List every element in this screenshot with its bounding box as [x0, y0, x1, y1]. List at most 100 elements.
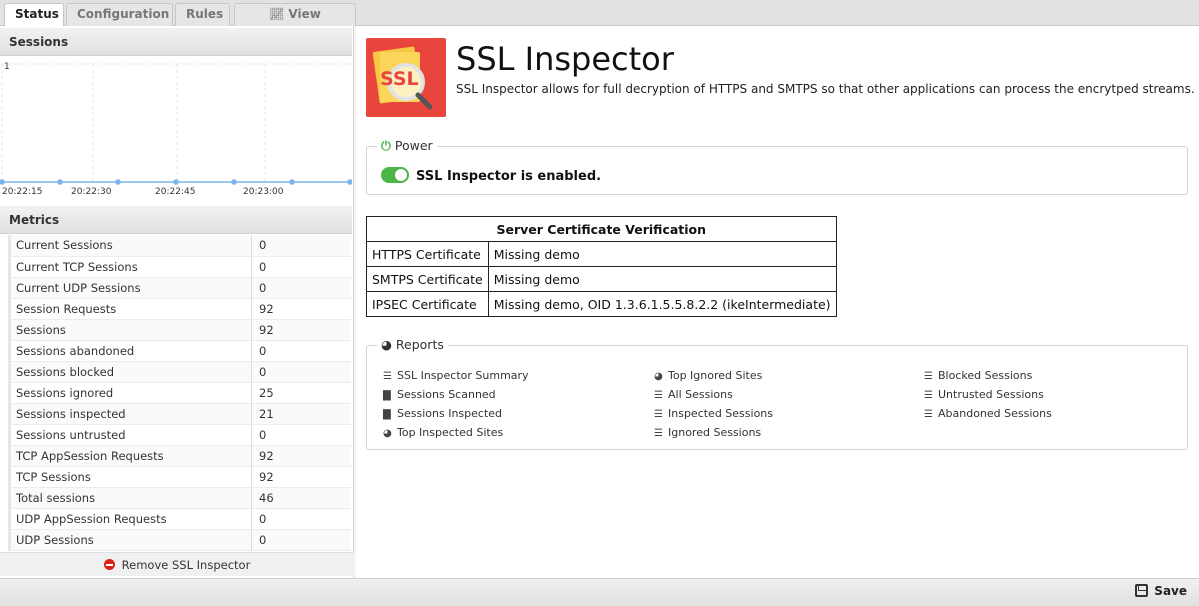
cert-value: Missing demo	[487, 266, 837, 292]
report-link[interactable]: ▇ Sessions Scanned	[383, 385, 529, 404]
certificate-table: Server Certificate Verification HTTPS Ce…	[366, 216, 837, 317]
metric-value: 0	[251, 235, 351, 257]
cert-key: HTTPS Certificate	[366, 241, 489, 267]
list-icon: ☰	[924, 409, 933, 420]
metric-name: Current Sessions	[8, 235, 252, 257]
bottom-toolbar: Save	[0, 578, 1199, 606]
data-point	[0, 179, 5, 185]
report-link[interactable]: ☰ Abandoned Sessions	[924, 404, 1052, 423]
metric-value: 25	[251, 382, 351, 404]
cert-key: SMTPS Certificate	[366, 266, 489, 292]
data-point	[289, 179, 295, 185]
metric-value: 0	[251, 256, 351, 278]
power-section: ⏻ Power SSL Inspector is enabled.	[366, 138, 1188, 195]
metric-name: Sessions blocked	[8, 361, 252, 383]
table-row: Sessions blocked 0	[8, 361, 351, 383]
tab-bar: Status Configuration Rules 📈︎View Report…	[0, 0, 1199, 42]
bar-chart-icon: ▇	[383, 390, 391, 401]
metric-value: 0	[251, 424, 351, 446]
table-row: Current Sessions 0	[8, 235, 351, 257]
cert-key: IPSEC Certificate	[366, 291, 489, 317]
report-link[interactable]: ◕ Top Ignored Sites	[654, 366, 773, 385]
metric-name: Sessions	[8, 319, 252, 341]
metric-value: 92	[251, 466, 351, 488]
save-button[interactable]: Save	[1135, 584, 1187, 598]
table-row: Sessions 92	[8, 319, 351, 341]
list-icon: ☰	[924, 390, 933, 401]
report-link[interactable]: ▇ Sessions Inspected	[383, 404, 529, 423]
tab-configuration[interactable]: Configuration	[66, 3, 173, 26]
sessions-chart-svg: 1 20:22:15 20:22:30 20:22:45 20:23:00	[0, 62, 353, 197]
metric-name: TCP AppSession Requests	[8, 445, 252, 467]
table-row: Sessions inspected 21	[8, 403, 351, 425]
page-title: SSL Inspector	[456, 40, 674, 78]
tab-status[interactable]: Status	[4, 3, 64, 27]
tab-rules[interactable]: Rules	[175, 3, 230, 26]
certificate-table-title: Server Certificate Verification	[366, 216, 837, 242]
report-link[interactable]: ☰ Ignored Sessions	[654, 423, 773, 442]
table-row: Current UDP Sessions 0	[8, 277, 351, 299]
data-point	[347, 179, 353, 185]
line-chart-icon: 📈︎	[269, 7, 285, 21]
metrics-table: Current Sessions 0 Current TCP Sessions 0 Cu…	[8, 235, 351, 551]
list-icon: ☰	[924, 371, 933, 382]
sessions-panel-title: Sessions	[0, 28, 352, 56]
cert-value: Missing demo, OID 1.3.6.1.5.5.8.2.2 (ike…	[487, 291, 837, 317]
metric-value: 92	[251, 445, 351, 467]
table-row: HTTPS Certificate Missing demo	[366, 241, 837, 267]
metric-value: 0	[251, 529, 351, 551]
metric-name: Sessions untrusted	[8, 424, 252, 446]
metric-name: Current TCP Sessions	[8, 256, 252, 278]
report-link[interactable]: ☰ All Sessions	[654, 385, 773, 404]
report-link[interactable]: ◕ Top Inspected Sites	[383, 423, 529, 442]
table-row: SMTPS Certificate Missing demo	[366, 266, 837, 292]
svg-text:SSL: SSL	[380, 68, 419, 90]
left-panel: Sessions 1 20:22:15 20:22:30 20:22:45 20:23:…	[0, 26, 354, 578]
list-icon: ☰	[654, 428, 663, 439]
sessions-chart: 1 20:22:15 20:22:30 20:22:45 20:23:00	[0, 56, 353, 204]
reports-column-2: ◕ Top Ignored Sites ☰ All Sessions ☰ Inspecte…	[654, 366, 773, 442]
tab-view-reports[interactable]: 📈︎View Reports	[234, 3, 356, 42]
metric-name: Sessions inspected	[8, 403, 252, 425]
report-link[interactable]: ☰ Blocked Sessions	[924, 366, 1052, 385]
table-row: Sessions untrusted 0	[8, 424, 351, 446]
metric-name: UDP AppSession Requests	[8, 508, 252, 530]
data-point	[173, 179, 179, 185]
table-row: Sessions ignored 25	[8, 382, 351, 404]
metric-value: 46	[251, 487, 351, 509]
pie-chart-icon: ◕	[654, 371, 663, 382]
list-icon: ☰	[654, 409, 663, 420]
metric-name: Sessions abandoned	[8, 340, 252, 362]
report-link[interactable]: ☰ Untrusted Sessions	[924, 385, 1052, 404]
x-tick-label: 20:23:00	[243, 187, 284, 197]
remove-app-button[interactable]: Remove SSL Inspector	[0, 552, 354, 576]
metric-value: 92	[251, 319, 351, 341]
ssl-inspector-logo: SSL	[366, 38, 446, 117]
data-point	[57, 179, 63, 185]
data-point	[115, 179, 121, 185]
power-toggle[interactable]	[381, 167, 409, 183]
metric-name: Session Requests	[8, 298, 252, 320]
remove-icon	[103, 559, 115, 570]
metric-name: Current UDP Sessions	[8, 277, 252, 299]
table-row: IPSEC Certificate Missing demo, OID 1.3.6…	[366, 291, 837, 317]
metric-value: 92	[251, 298, 351, 320]
metric-value: 0	[251, 508, 351, 530]
data-point	[231, 179, 237, 185]
pie-chart-icon: ◕	[383, 428, 392, 439]
metric-name: Sessions ignored	[8, 382, 252, 404]
table-row: Session Requests 92	[8, 298, 351, 320]
cert-value: Missing demo	[487, 241, 837, 267]
report-link[interactable]: ☰ SSL Inspector Summary	[383, 366, 529, 385]
metric-value: 0	[251, 340, 351, 362]
app-description: SSL Inspector allows for full decryption…	[456, 82, 1195, 96]
power-status: SSL Inspector is enabled.	[381, 167, 601, 184]
align-left-icon: ☰	[383, 371, 392, 382]
reports-column-3: ☰ Blocked Sessions ☰ Untrusted Sessions ☰ Aba…	[924, 366, 1052, 423]
metric-value: 0	[251, 361, 351, 383]
metric-value: 21	[251, 403, 351, 425]
pie-chart-icon: ◕	[381, 337, 392, 352]
table-row: UDP AppSession Requests 0	[8, 508, 351, 530]
report-link[interactable]: ☰ Inspected Sessions	[654, 404, 773, 423]
table-row: TCP Sessions 92	[8, 466, 351, 488]
